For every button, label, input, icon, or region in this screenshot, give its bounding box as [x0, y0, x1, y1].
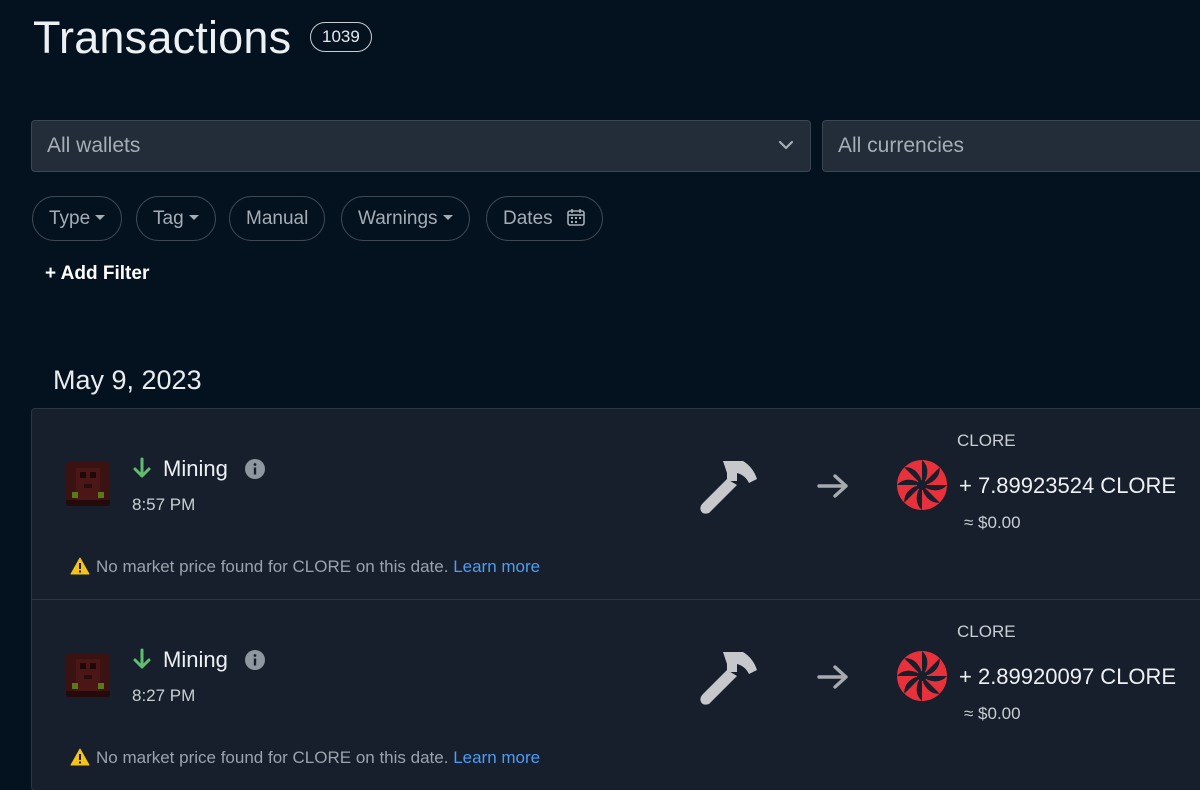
caret-down-icon	[442, 215, 453, 220]
fiat-value: ≈ $0.00	[964, 704, 1021, 723]
type-filter-label: Type	[49, 208, 91, 229]
transaction-amount: + 7.89923524 CLORE	[959, 473, 1177, 498]
warnings-filter-pill[interactable]: Warnings	[341, 196, 470, 241]
caret-down-icon	[188, 215, 199, 220]
missing-price-warning: No market price found for CLORE on this …	[70, 748, 540, 768]
warning-text: No market price found for CLORE on this …	[96, 557, 449, 576]
manual-filter-pill[interactable]: Manual	[229, 196, 326, 241]
learn-more-link[interactable]: Learn more	[453, 748, 540, 767]
transaction-count-badge: 1039	[310, 22, 372, 52]
missing-price-warning: No market price found for CLORE on this …	[70, 557, 540, 577]
arrow-right-icon	[817, 665, 848, 689]
wallet-avatar	[66, 653, 110, 697]
learn-more-link[interactable]: Learn more	[453, 557, 540, 576]
arrow-down-icon	[133, 457, 151, 478]
transaction-row[interactable]: Mining 8:57 PM CLORE + 7.89923524 CLORE …	[32, 409, 1200, 600]
arrow-right-icon	[817, 474, 848, 498]
clore-coin-icon	[897, 651, 947, 701]
currencies-select-value: All currencies	[838, 134, 965, 157]
chevron-down-icon	[778, 140, 794, 150]
calendar-icon	[567, 209, 585, 226]
warning-icon	[70, 557, 90, 575]
page-title: Transactions	[33, 12, 292, 63]
wallet-avatar	[66, 462, 110, 506]
transaction-amount: + 2.89920097 CLORE	[959, 664, 1177, 689]
manual-filter-label: Manual	[246, 208, 309, 229]
wallets-select[interactable]: All wallets	[31, 120, 811, 172]
currency-code: CLORE	[957, 622, 1016, 641]
caret-down-icon	[95, 215, 106, 220]
warning-text: No market price found for CLORE on this …	[96, 748, 449, 767]
transaction-type: Mining	[163, 456, 228, 481]
tag-filter-pill[interactable]: Tag	[136, 196, 216, 241]
transaction-time: 8:57 PM	[132, 495, 196, 514]
tag-filter-label: Tag	[153, 208, 184, 229]
hammer-icon	[700, 652, 757, 705]
currency-code: CLORE	[957, 431, 1016, 450]
info-icon[interactable]	[245, 650, 265, 670]
wallets-select-value: All wallets	[47, 134, 141, 157]
clore-coin-icon	[897, 460, 947, 510]
transaction-time: 8:27 PM	[132, 686, 196, 705]
transaction-row[interactable]: Mining 8:27 PM CLORE + 2.89920097 CLORE …	[32, 600, 1200, 790]
arrow-down-icon	[133, 648, 151, 669]
dates-filter-label: Dates	[503, 208, 553, 229]
currencies-select[interactable]: All currencies	[822, 120, 1200, 172]
transactions-page: Transactions 1039 All wallets All curren…	[0, 0, 1200, 790]
warnings-filter-label: Warnings	[358, 208, 438, 229]
hammer-icon	[700, 461, 757, 514]
date-group-heading: May 9, 2023	[53, 365, 202, 395]
info-icon[interactable]	[245, 459, 265, 479]
add-filter-button[interactable]: + Add Filter	[45, 263, 149, 285]
transaction-type: Mining	[163, 647, 228, 672]
warning-icon	[70, 748, 90, 766]
fiat-value: ≈ $0.00	[964, 513, 1021, 532]
type-filter-pill[interactable]: Type	[32, 196, 123, 241]
dates-filter-pill[interactable]: Dates	[486, 196, 603, 241]
transaction-list: Mining 8:57 PM CLORE + 7.89923524 CLORE …	[31, 408, 1200, 790]
